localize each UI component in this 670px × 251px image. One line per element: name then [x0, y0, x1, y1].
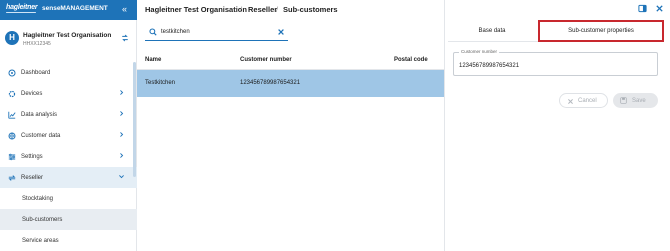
- hagleitner-logo: hagleitner: [6, 4, 38, 13]
- switch-organisation-icon[interactable]: [121, 34, 129, 42]
- save-icon: [620, 97, 627, 104]
- breadcrumb: Hagleitner Test Organisation / Reseller …: [137, 0, 444, 20]
- organisation-selector[interactable]: H Hagleitner Test Organisation HHXX12345: [0, 25, 137, 55]
- search-input[interactable]: testkitchen: [145, 25, 288, 41]
- chevron-right-icon: [120, 111, 124, 116]
- chevron-down-icon: [119, 175, 124, 179]
- sidebar-item-reseller[interactable]: Reseller: [0, 167, 137, 188]
- sidebar-item-stocktaking[interactable]: Stocktaking: [0, 188, 137, 209]
- breadcrumb-organisation[interactable]: Hagleitner Test Organisation: [145, 5, 247, 14]
- tab-base-data[interactable]: Base data: [448, 20, 536, 42]
- product-name: senseMANAGEMENT: [42, 5, 108, 12]
- page-title: Sub-customers: [283, 5, 338, 14]
- cell-name: Testkitchen: [145, 80, 176, 86]
- table-header: Name Customer number Postal code: [137, 50, 444, 70]
- breadcrumb-reseller[interactable]: Reseller: [248, 5, 277, 14]
- search-icon: [149, 28, 157, 36]
- customer-number-label: Customer number: [459, 49, 500, 54]
- table-row[interactable]: Testkitchen 123456789987654321: [137, 70, 444, 97]
- breadcrumb-separator: /: [240, 5, 243, 14]
- sidebar-item-label: Sub-customers: [22, 216, 63, 223]
- sidebar-item-label: Devices: [21, 90, 43, 97]
- sidebar-item-data-analysis[interactable]: Data analysis: [0, 104, 137, 125]
- sidebar-item-label: Stocktaking: [22, 195, 54, 202]
- tab-sub-customer-properties[interactable]: Sub-customer properties: [538, 20, 664, 42]
- collapse-sidebar-icon[interactable]: «: [122, 4, 127, 14]
- dashboard-icon: [8, 68, 16, 77]
- brand-bar: hagleitner senseMANAGEMENT «: [0, 0, 137, 20]
- cell-customer-number: 123456789987654321: [240, 80, 301, 86]
- avatar: H: [5, 31, 19, 45]
- sidebar-item-dashboard[interactable]: Dashboard: [0, 62, 137, 83]
- cancel-button[interactable]: Cancel: [559, 93, 608, 108]
- sidebar-item-label: Customer data: [21, 132, 61, 139]
- sidebar-item-devices[interactable]: Devices: [0, 83, 137, 104]
- organisation-id: HHXX12345: [23, 41, 51, 47]
- cancel-label: Cancel: [578, 97, 597, 104]
- sidebar-item-label: Settings: [21, 153, 43, 160]
- save-label: Save: [632, 97, 646, 104]
- sidebar-item-label: Service areas: [22, 237, 59, 244]
- column-header-customer-number[interactable]: Customer number: [240, 57, 292, 63]
- sidebar-item-sub-customers[interactable]: Sub-customers: [0, 209, 137, 230]
- chevron-right-icon: [120, 90, 124, 95]
- settings-icon: [8, 153, 16, 160]
- sidebar: hagleitner senseMANAGEMENT « H Hagleitne…: [0, 0, 137, 251]
- search-value[interactable]: testkitchen: [161, 29, 190, 35]
- chevron-right-icon: [120, 153, 124, 158]
- save-button[interactable]: Save: [613, 93, 658, 108]
- breadcrumb-separator: /: [276, 5, 279, 14]
- sidebar-item-service-areas[interactable]: Service areas: [0, 230, 137, 251]
- sidebar-nav: Dashboard Devices Data analysis Customer…: [0, 62, 137, 251]
- panel-tabs: Base data Sub-customer properties: [448, 20, 664, 42]
- column-header-postal-code[interactable]: Postal code: [394, 57, 428, 63]
- customer-number-field[interactable]: Customer number 123456789987654321: [453, 49, 658, 76]
- close-icon[interactable]: [655, 4, 664, 13]
- column-header-name[interactable]: Name: [145, 57, 161, 63]
- sidebar-item-label: Reseller: [21, 174, 44, 181]
- sidebar-item-label: Data analysis: [21, 111, 58, 118]
- chevron-right-icon: [120, 132, 124, 137]
- clear-search-icon[interactable]: [277, 28, 285, 36]
- customer-number-value[interactable]: 123456789987654321: [459, 63, 519, 69]
- devices-icon: [8, 90, 16, 97]
- sidebar-scrollbar[interactable]: [133, 62, 136, 177]
- sub-customers-table: Name Customer number Postal code Testkit…: [137, 50, 444, 97]
- close-icon: [568, 99, 573, 104]
- globe-icon: [8, 132, 16, 139]
- sidebar-item-settings[interactable]: Settings: [0, 146, 137, 167]
- sidebar-item-customer-data[interactable]: Customer data: [0, 125, 137, 146]
- chart-icon: [8, 111, 16, 119]
- toggle-panel-icon[interactable]: [638, 4, 647, 13]
- sidebar-item-label: Dashboard: [21, 69, 51, 76]
- reseller-icon: [8, 174, 16, 181]
- organisation-name: Hagleitner Test Organisation: [23, 32, 112, 39]
